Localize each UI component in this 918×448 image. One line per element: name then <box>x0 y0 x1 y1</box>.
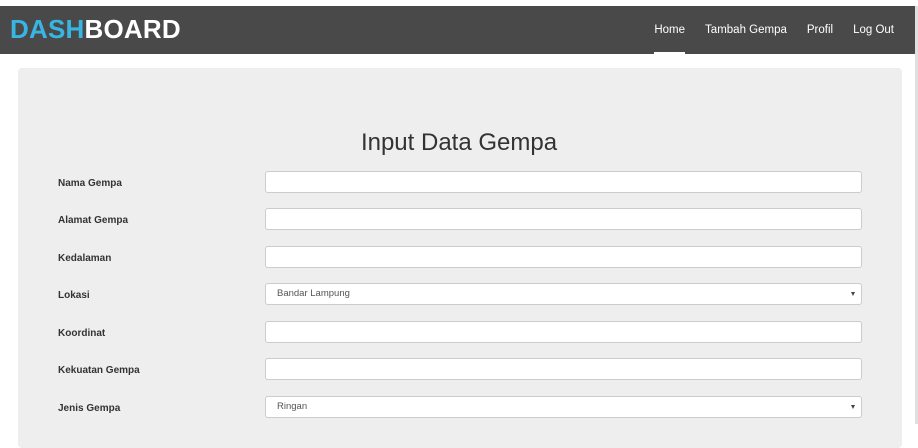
row-kekuatan-gempa: Kekuatan Gempa <box>0 358 918 388</box>
row-lokasi: Lokasi Bandar Lampung <box>0 283 918 313</box>
nav-menu: Home Tambah Gempa Profil Log Out <box>634 6 918 54</box>
select-jenis-gempa[interactable]: Ringan <box>265 396 862 418</box>
top-navbar: DASHBOARD Home Tambah Gempa Profil Log O… <box>0 0 918 54</box>
select-lokasi-value: Bandar Lampung <box>277 288 350 299</box>
nav-log-out[interactable]: Log Out <box>853 6 894 54</box>
row-nama-gempa: Nama Gempa <box>0 171 918 201</box>
label-alamat-gempa: Alamat Gempa <box>58 215 129 226</box>
label-koordinat: Koordinat <box>58 328 106 339</box>
select-jenis-gempa-value: Ringan <box>277 401 308 412</box>
input-alamat-gempa[interactable] <box>265 208 862 230</box>
brand-board: BOARD <box>84 14 181 44</box>
select-lokasi[interactable]: Bandar Lampung <box>265 283 862 305</box>
nav-profil[interactable]: Profil <box>807 6 833 54</box>
label-kekuatan-gempa: Kekuatan Gempa <box>58 365 140 376</box>
nav-home[interactable]: Home <box>654 6 685 54</box>
brand-logo[interactable]: DASHBOARD <box>10 14 181 44</box>
nav-tambah-gempa[interactable]: Tambah Gempa <box>705 6 787 54</box>
label-kedalaman: Kedalaman <box>58 253 112 264</box>
input-nama-gempa[interactable] <box>265 171 862 193</box>
form-title: Input Data Gempa <box>360 129 558 156</box>
label-jenis-gempa: Jenis Gempa <box>58 403 121 414</box>
row-koordinat: Koordinat <box>0 321 918 351</box>
brand-dash: DASH <box>10 14 85 44</box>
row-alamat-gempa: Alamat Gempa <box>0 208 918 238</box>
chevron-down-icon <box>851 405 855 409</box>
row-jenis-gempa: Jenis Gempa Ringan <box>0 396 918 426</box>
input-kedalaman[interactable] <box>265 246 862 268</box>
chevron-down-icon <box>851 292 855 296</box>
label-lokasi: Lokasi <box>58 290 90 301</box>
label-nama-gempa: Nama Gempa <box>58 178 122 189</box>
row-kedalaman: Kedalaman <box>0 246 918 276</box>
input-koordinat[interactable] <box>265 321 862 343</box>
input-kekuatan-gempa[interactable] <box>265 358 862 380</box>
